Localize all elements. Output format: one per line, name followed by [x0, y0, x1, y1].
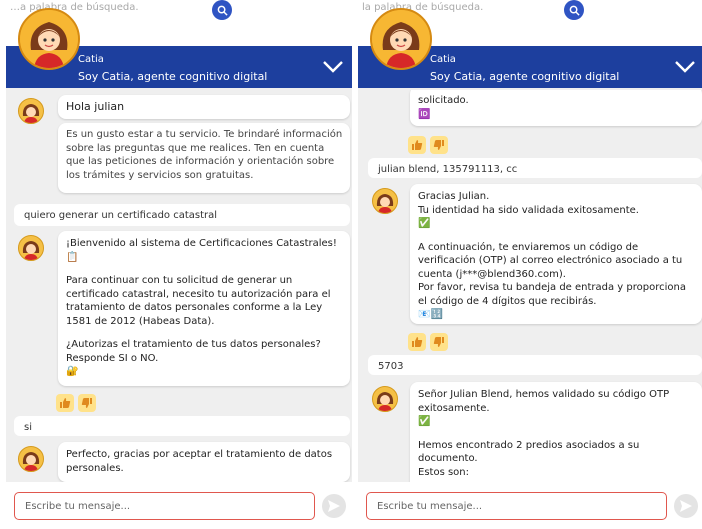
bot-avatar	[18, 8, 80, 70]
thumbs-down-icon[interactable]	[430, 333, 448, 351]
message-line: Hemos encontrado 2 predios asociados a s…	[418, 439, 640, 451]
thumbs-up-icon[interactable]	[408, 136, 426, 154]
chat-messages: solicitado. 🆔 julian blend, 135791113, c…	[358, 90, 702, 482]
search-placeholder: la palabra de búsqueda.	[362, 2, 484, 13]
bot-validation-bubble: Gracias Julian. Tu identidad ha sido val…	[410, 184, 702, 324]
chevron-down-icon[interactable]	[674, 60, 696, 74]
message-line: A continuación, te enviaremos un código …	[418, 241, 639, 253]
user-message-text: 5703	[378, 361, 404, 372]
message-line: exitosamente.	[418, 402, 490, 414]
message-line: el código de 4 dígitos que recibirás.	[418, 295, 597, 307]
message-line: Señor Julian Blend, hemos validado su có…	[418, 389, 670, 400]
message-line: Tu identidad ha sido validada exitosamen…	[418, 204, 639, 216]
lock-emoji: 🔐	[66, 366, 79, 377]
message-line: Responde SI o NO.	[66, 352, 159, 364]
message-line: ¿Autorizas el tratamiento de tus datos p…	[66, 339, 321, 350]
message-line: certificado catastral, necesito tu autor…	[66, 288, 331, 300]
message-input[interactable]	[14, 492, 315, 520]
bot-certificate-bubble: ¡Bienvenido al sistema de Certificacione…	[58, 231, 350, 386]
message-line: solicitado.	[418, 95, 469, 106]
chat-messages: Hola julian Es un gusto estar a tu servi…	[6, 90, 352, 482]
message-line: documento.	[418, 453, 478, 464]
user-message-bubble: si	[14, 416, 350, 436]
user-message-bubble: quiero generar un certificado catastral	[14, 204, 350, 226]
message-line: Por favor, revisa tu bandeja de entrada …	[418, 282, 686, 293]
message-line: sobre las preguntas que me realices. Ten…	[66, 142, 325, 154]
send-icon[interactable]	[674, 494, 698, 518]
user-message-bubble: julian blend, 135791113, cc	[368, 158, 702, 178]
clipboard-emoji: 📋	[66, 251, 79, 263]
message-line: personales.	[66, 462, 124, 474]
user-message-bubble: 5703	[368, 355, 702, 375]
email-emoji: 📧🔢	[418, 309, 443, 320]
bot-otp-result-bubble: Señor Julian Blend, hemos validado su có…	[410, 382, 702, 482]
bot-subtitle: Soy Catia, agente cognitivo digital	[430, 70, 620, 83]
bot-message-avatar	[18, 98, 44, 124]
message-line: Es un gusto estar a tu servicio. Te brin…	[66, 129, 343, 140]
bot-message-avatar	[18, 235, 44, 261]
bot-previous-bubble: solicitado. 🆔	[410, 90, 702, 126]
message-line: Gracias Julian.	[418, 191, 490, 202]
message-line: tratamiento de datos personales conforme…	[66, 302, 323, 313]
message-line: que las peticiones de información y orie…	[66, 156, 335, 167]
thumbs-down-icon[interactable]	[430, 136, 448, 154]
check-emoji: ✅	[418, 416, 431, 427]
user-message-text: si	[24, 422, 32, 433]
search-icon[interactable]	[212, 0, 232, 20]
send-icon[interactable]	[322, 494, 346, 518]
feedback-buttons	[408, 333, 448, 351]
greeting-text: Hola julian	[66, 100, 125, 113]
thumbs-up-icon[interactable]	[56, 394, 74, 412]
thumbs-down-icon[interactable]	[78, 394, 96, 412]
feedback-buttons	[56, 394, 96, 412]
bot-message-avatar	[372, 188, 398, 214]
bot-greeting-bubble: Hola julian	[58, 95, 350, 119]
message-line: verificación (OTP) al correo electrónico…	[418, 255, 683, 266]
message-input-area	[358, 482, 702, 529]
search-icon[interactable]	[564, 0, 584, 20]
feedback-buttons	[408, 136, 448, 154]
thumbs-up-icon[interactable]	[408, 333, 426, 351]
message-line: cuenta (j***@blend360.com).	[418, 268, 566, 280]
search-placeholder: …a palabra de búsqueda.	[10, 2, 139, 13]
chat-panel-left: …a palabra de búsqueda. Catia Soy Catia,…	[6, 0, 352, 529]
message-input-area	[6, 482, 352, 529]
user-message-text: quiero generar un certificado catastral	[24, 210, 218, 221]
message-input[interactable]	[366, 492, 667, 520]
message-line: Para continuar con tu solicitud de gener…	[66, 275, 293, 286]
bot-intro-bubble: Es un gusto estar a tu servicio. Te brin…	[58, 123, 350, 193]
bot-avatar	[370, 8, 432, 70]
message-line: Estos son:	[418, 466, 469, 478]
message-line: los trámites y servicios son gratuitas.	[66, 169, 254, 181]
id-emoji: 🆔	[418, 108, 431, 120]
check-emoji: ✅	[418, 218, 431, 229]
chevron-down-icon[interactable]	[322, 60, 344, 74]
bot-thanks-bubble: Perfecto, gracias por aceptar el tratami…	[58, 442, 350, 482]
bot-name: Catia	[430, 54, 456, 65]
user-message-text: julian blend, 135791113, cc	[378, 164, 518, 175]
bot-subtitle: Soy Catia, agente cognitivo digital	[78, 70, 268, 83]
bot-name: Catia	[78, 54, 104, 65]
bot-message-avatar	[18, 446, 44, 472]
message-line: 1581 de 2012 (Habeas Data).	[66, 315, 215, 327]
bot-message-avatar	[372, 386, 398, 412]
message-line: ¡Bienvenido al sistema de Certificacione…	[66, 238, 337, 249]
chat-panel-right: la palabra de búsqueda. Catia Soy Catia,…	[358, 0, 702, 529]
message-line: Perfecto, gracias por aceptar el tratami…	[66, 449, 333, 460]
